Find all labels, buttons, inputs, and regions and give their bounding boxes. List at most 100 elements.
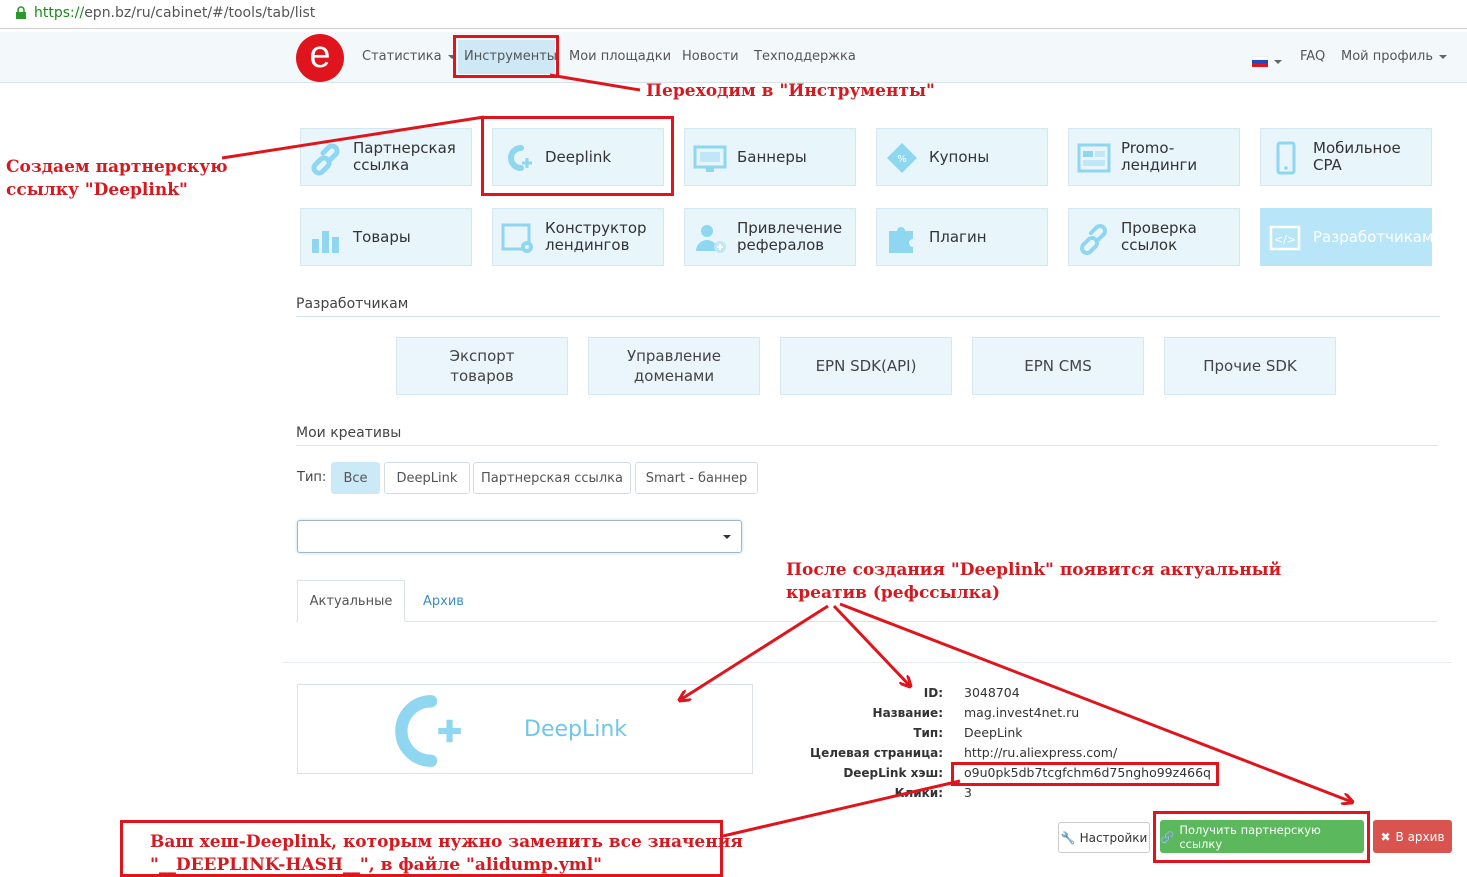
code-icon: </> <box>1269 225 1301 251</box>
highlight-hash <box>951 762 1219 786</box>
chevron-down-icon <box>1439 54 1447 59</box>
goods-icon <box>312 231 339 253</box>
filter-partner-link[interactable]: Партнерская ссылка <box>473 462 631 494</box>
dev-epn-sdk[interactable]: EPN SDK(API) <box>780 337 952 395</box>
tool-label: Баннеры <box>737 147 807 166</box>
epn-logo[interactable]: e <box>296 34 344 82</box>
highlight-get-link-button <box>1153 811 1370 863</box>
tool-goods[interactable]: Товары <box>300 208 472 266</box>
tool-plugin[interactable]: Плагин <box>876 208 1048 266</box>
link-check-icon <box>1080 224 1107 255</box>
banner-icon <box>693 145 727 172</box>
nav-profile[interactable]: Мой профиль <box>1341 49 1447 64</box>
annotation-create-2: ссылку "Deeplink" <box>6 180 188 200</box>
referral-icon <box>696 225 726 253</box>
creatives-title: Мои креативы <box>296 425 402 441</box>
creative-select[interactable] <box>297 520 742 553</box>
tool-label: Товары <box>353 227 411 246</box>
constructor-icon <box>501 223 533 253</box>
annotation-hash-1: Ваш хеш-Deeplink, которым нужно заменить… <box>150 832 743 852</box>
plugin-icon <box>889 227 913 253</box>
tool-referrals[interactable]: Привлечение рефералов <box>684 208 856 266</box>
nav-news[interactable]: Новости <box>682 49 739 64</box>
settings-label: Настройки <box>1079 830 1148 845</box>
field-type-key: Тип: <box>913 726 943 740</box>
field-id-value: 3048704 <box>964 685 1020 700</box>
nav-profile-label: Мой профиль <box>1341 49 1433 64</box>
nav-support[interactable]: Техподдержка <box>754 49 856 64</box>
nav-statistics[interactable]: Статистика <box>362 49 456 64</box>
filter-all[interactable]: Все <box>331 462 380 494</box>
divider <box>296 316 1440 317</box>
russia-flag-icon <box>1251 55 1269 67</box>
mobile-icon <box>1276 141 1296 175</box>
archive-button[interactable]: ✖ В архив <box>1373 820 1452 853</box>
tool-developers[interactable]: </> Разработчикам <box>1260 208 1434 266</box>
wrench-icon: 🔧 <box>1060 830 1076 845</box>
annotation-create-1: Создаем партнерскую <box>6 157 228 177</box>
tool-mobile-cpa[interactable]: Мобильное CPA <box>1260 128 1432 186</box>
highlight-deeplink-tile <box>481 116 674 196</box>
tabs-baseline <box>296 621 1437 622</box>
tool-promo-landings[interactable]: Promo-лендинги <box>1068 128 1240 186</box>
deeplink-icon <box>395 695 461 767</box>
svg-text:%: % <box>897 154 907 165</box>
annotation-hash-2: "__DEEPLINK-HASH__", в файле "alidump.ym… <box>150 855 603 875</box>
coupon-icon: % <box>887 143 917 173</box>
lock-icon <box>16 6 26 19</box>
tool-label: Мобильное CPA <box>1313 139 1401 174</box>
highlight-tools-nav <box>453 35 559 78</box>
tool-label: Конструктор лендингов <box>545 219 647 254</box>
dev-section-title: Разработчикам <box>296 296 409 312</box>
nav-my-sites[interactable]: Мои площадки <box>569 49 671 64</box>
url-path: epn.bz/ru/cabinet/#/tools/tab/list <box>84 5 316 21</box>
tool-banners[interactable]: Баннеры <box>684 128 856 186</box>
tool-label: Проверка ссылок <box>1121 219 1197 254</box>
tool-label: Плагин <box>929 227 987 246</box>
filter-deeplink[interactable]: DeepLink <box>384 462 470 494</box>
chevron-down-icon <box>723 535 731 539</box>
field-hash-key: DeepLink хэш: <box>843 766 943 780</box>
preview-text: DeepLink <box>524 717 628 742</box>
field-type-value: DeepLink <box>964 725 1023 740</box>
link-icon <box>311 143 340 176</box>
nav-faq[interactable]: FAQ <box>1300 49 1325 64</box>
divider <box>282 662 1452 663</box>
close-icon: ✖ <box>1380 829 1391 844</box>
tool-landing-constructor[interactable]: Конструктор лендингов <box>492 208 664 266</box>
dev-domain-management[interactable]: Управление доменами <box>588 337 760 395</box>
tool-label: Привлечение рефералов <box>737 219 843 254</box>
tool-partner-link[interactable]: Партнерская ссылка <box>300 128 472 186</box>
dev-other-sdk[interactable]: Прочие SDK <box>1164 337 1336 395</box>
tool-label: Promo-лендинги <box>1121 139 1198 174</box>
filter-smart-banner[interactable]: Smart - баннер <box>635 462 758 494</box>
dev-epn-cms[interactable]: EPN CMS <box>972 337 1144 395</box>
annotation-after-2: креатив (рефссылка) <box>786 583 1001 603</box>
field-target-value[interactable]: http://ru.aliexpress.com/ <box>964 745 1117 760</box>
field-name-value: mag.invest4net.ru <box>964 705 1080 720</box>
tool-label: Разработчикам <box>1313 227 1434 246</box>
field-target-key: Целевая страница: <box>809 746 943 760</box>
divider <box>296 445 1438 446</box>
tool-link-check[interactable]: Проверка ссылок <box>1068 208 1240 266</box>
settings-button[interactable]: 🔧 Настройки <box>1058 822 1150 853</box>
tool-label: Партнерская ссылка <box>353 139 456 174</box>
language-selector[interactable] <box>1251 51 1282 70</box>
url-text[interactable]: https://epn.bz/ru/cabinet/#/tools/tab/li… <box>34 5 315 21</box>
annotation-go-tools: Переходим в "Инструменты" <box>646 81 935 101</box>
chevron-down-icon <box>1274 59 1282 64</box>
annotation-after-1: После создания "Deeplink" появится актуа… <box>786 560 1282 580</box>
field-id-key: ID: <box>923 686 943 700</box>
field-clicks-value: 3 <box>964 785 972 800</box>
field-name-key: Название: <box>872 706 943 720</box>
tab-current[interactable]: Актуальные <box>297 580 405 622</box>
dev-export-goods[interactable]: Экспорт товаров <box>396 337 568 395</box>
logo-letter: e <box>309 34 331 76</box>
tab-archive[interactable]: Архив <box>423 594 464 609</box>
tool-coupons[interactable]: % Купоны <box>876 128 1048 186</box>
svg-text:</>: </> <box>1274 233 1296 246</box>
landing-icon <box>1077 143 1111 173</box>
type-label: Тип: <box>297 470 327 485</box>
url-scheme: https:// <box>34 5 85 21</box>
tab-current-label: Актуальные <box>309 593 393 609</box>
